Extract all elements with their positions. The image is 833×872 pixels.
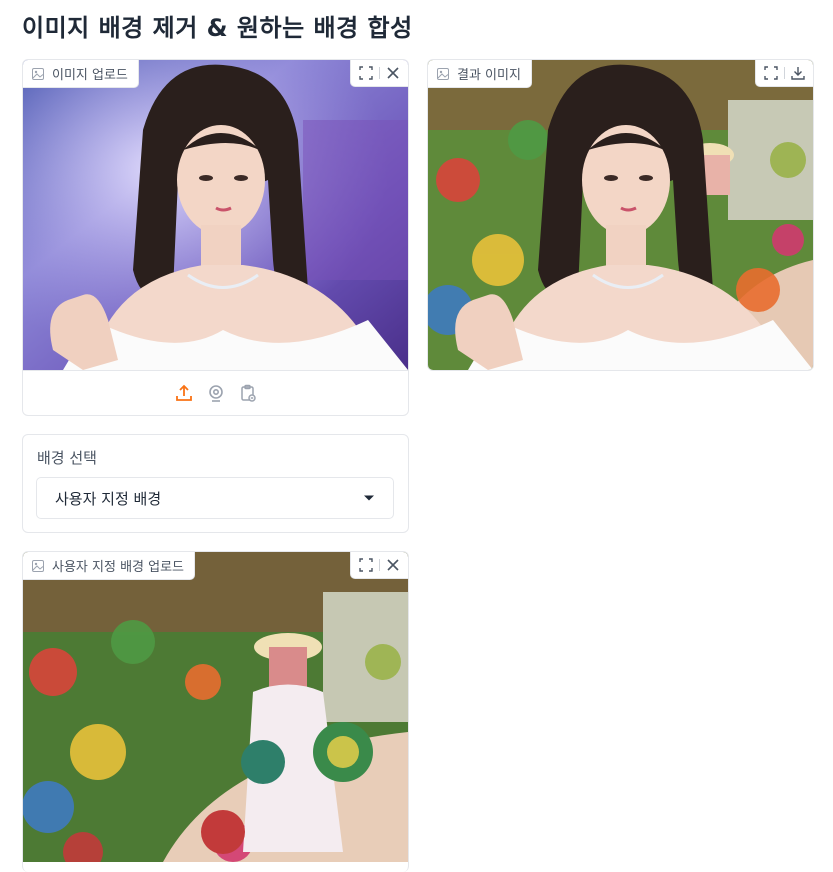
- close-icon[interactable]: [384, 64, 402, 82]
- caret-down-icon: [363, 494, 375, 502]
- background-select-dropdown[interactable]: 사용자 지정 배경: [36, 477, 394, 519]
- custom-background-toolbar: [350, 552, 408, 579]
- webcam-icon[interactable]: [205, 382, 227, 404]
- image-icon: [437, 67, 449, 80]
- result-image-label: 결과 이미지: [428, 60, 532, 88]
- custom-background-image[interactable]: [23, 552, 408, 862]
- custom-background-label-text: 사용자 지정 배경 업로드: [52, 560, 184, 575]
- uploaded-image[interactable]: [23, 60, 408, 370]
- image-upload-label: 이미지 업로드: [23, 60, 139, 88]
- image-source-bar: [23, 370, 408, 415]
- image-upload-toolbar: [350, 60, 408, 87]
- result-image: [428, 60, 813, 370]
- fullscreen-icon[interactable]: [357, 556, 375, 574]
- upload-icon[interactable]: [173, 382, 195, 404]
- custom-background-label: 사용자 지정 배경 업로드: [23, 552, 195, 580]
- download-icon[interactable]: [789, 64, 807, 82]
- background-select-label: 배경 선택: [37, 449, 97, 467]
- fullscreen-icon[interactable]: [357, 64, 375, 82]
- page-title: 이미지 배경 제거 & 원하는 배경 합성: [22, 14, 413, 42]
- background-select-panel: 배경 선택 사용자 지정 배경: [22, 434, 409, 533]
- result-image-panel: 결과 이미지: [427, 59, 814, 371]
- image-icon: [32, 67, 44, 80]
- result-image-toolbar: [755, 60, 813, 87]
- toolbar-divider: [379, 67, 380, 79]
- fullscreen-icon[interactable]: [762, 64, 780, 82]
- background-select-value: 사용자 지정 배경: [55, 489, 162, 508]
- image-upload-panel: 이미지 업로드: [22, 59, 409, 416]
- result-image-label-text: 결과 이미지: [457, 68, 521, 83]
- custom-background-panel: 사용자 지정 배경 업로드: [22, 551, 409, 872]
- image-icon: [32, 559, 44, 572]
- clipboard-icon[interactable]: [237, 382, 259, 404]
- toolbar-divider: [784, 67, 785, 79]
- close-icon[interactable]: [384, 556, 402, 574]
- image-upload-label-text: 이미지 업로드: [52, 68, 128, 83]
- toolbar-divider: [379, 559, 380, 571]
